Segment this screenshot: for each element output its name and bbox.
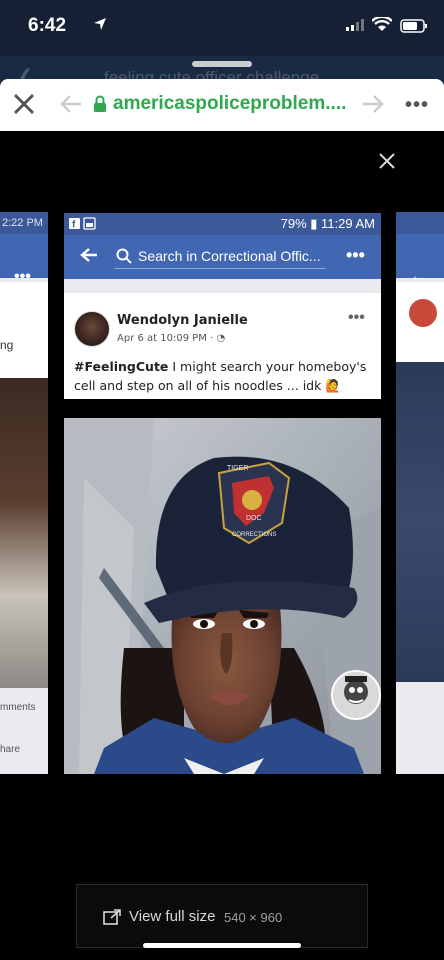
post-time-text: Apr 6 at 10:09 PM ·: [117, 333, 217, 344]
arrow-back-icon: [80, 248, 97, 262]
next-image-preview[interactable]: ←: [396, 212, 444, 774]
feed-gap: [64, 279, 381, 293]
cap-text-top: TIGER: [227, 465, 248, 472]
woman-emoji-icon: 🙋: [325, 378, 341, 393]
post-timestamp: Apr 6 at 10:09 PM · ◔: [117, 333, 225, 344]
sheet-grabber[interactable]: [192, 61, 252, 67]
side-nav-bar: •••: [0, 234, 48, 285]
post-more-icon: •••: [348, 309, 365, 326]
home-indicator[interactable]: [143, 943, 301, 948]
search-underline: [114, 268, 326, 269]
location-arrow-icon: [94, 18, 106, 30]
viewer-close-icon[interactable]: [376, 150, 398, 172]
side-status-bar: [396, 212, 444, 234]
post-card: Wendolyn Janielle Apr 6 at 10:09 PM · ◔ …: [64, 293, 381, 399]
selfie-image: TIGER DOC CORRECTIONS: [64, 418, 381, 774]
view-full-size-button[interactable]: View full size 540 × 960: [76, 884, 368, 948]
side-photo: [396, 362, 444, 682]
side-post-text: ng: [0, 338, 14, 352]
more-options-icon[interactable]: •••: [405, 94, 429, 117]
browser-toolbar: americaspoliceproblem.... •••: [0, 79, 444, 131]
more-options-icon: •••: [346, 245, 365, 265]
external-link-icon: [103, 909, 121, 925]
battery-icon: [400, 19, 427, 33]
search-icon: [116, 248, 132, 264]
screenshot-search-bar: Search in Correctional Offic... •••: [64, 235, 381, 279]
side-share-label: hare: [0, 744, 21, 755]
cap-text-bottom: CORRECTIONS: [232, 532, 276, 538]
post-text: #FeelingCute I might search your homeboy…: [74, 357, 374, 395]
side-nav-bar: ←: [396, 234, 444, 285]
view-full-size-label: View full size: [129, 908, 216, 925]
arrow-forward-icon[interactable]: [362, 94, 384, 114]
cartoon-sticker-icon: [331, 670, 381, 720]
status-bar: 6:42: [0, 0, 444, 56]
side-time: 2:22 PM: [2, 217, 43, 229]
screenshot-status-right: 79% ▮ 11:29 AM: [280, 216, 375, 231]
post-author: Wendolyn Janielle: [117, 313, 248, 328]
cell-signal-icon: [346, 19, 364, 31]
side-comments-label: mments: [0, 702, 36, 713]
lock-icon: [94, 95, 106, 112]
arrow-back-icon[interactable]: [60, 94, 82, 114]
side-post-card: [0, 282, 48, 392]
previous-image-preview[interactable]: 2:22 PM ••• ng mments hare: [0, 212, 48, 774]
side-photo: [0, 378, 48, 688]
avatar: [74, 311, 110, 347]
post-photo: TIGER DOC CORRECTIONS: [64, 418, 381, 774]
side-status-bar: 2:22 PM: [0, 212, 48, 234]
search-placeholder: Search in Correctional Offic...: [138, 248, 321, 264]
globe-icon: ◔: [216, 333, 226, 344]
side-avatar: [406, 296, 440, 330]
close-icon[interactable]: [12, 91, 36, 117]
screenshot-status-bar: f 79% ▮ 11:29 AM: [64, 213, 381, 235]
url-text[interactable]: americaspoliceproblem....: [113, 93, 346, 115]
status-time: 6:42: [28, 15, 67, 36]
facebook-notification-icons: f: [69, 217, 96, 231]
wifi-icon: [372, 17, 392, 31]
cap-text-middle: DOC: [246, 515, 262, 522]
image-dimensions: 540 × 960: [224, 910, 283, 925]
post-hashtag: #FeelingCute: [74, 359, 169, 374]
